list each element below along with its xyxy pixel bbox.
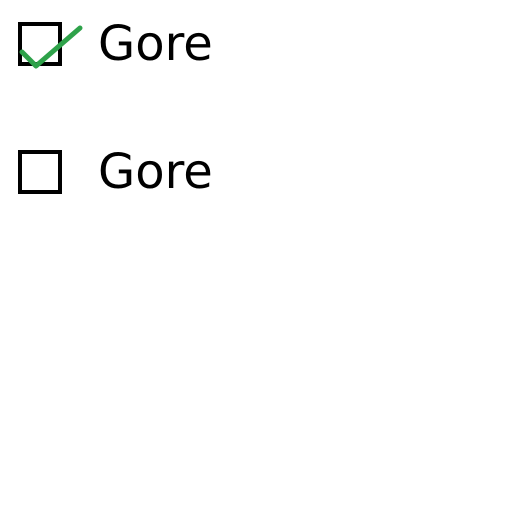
checkbox-label: Gore xyxy=(98,144,213,200)
page: Gore Gore xyxy=(0,0,512,512)
checkbox-box-unchecked[interactable] xyxy=(18,150,62,194)
checkbox-box-checked[interactable] xyxy=(18,22,83,69)
checkbox-option-2[interactable]: Gore xyxy=(18,146,213,198)
check-icon xyxy=(19,25,83,69)
checkbox-label: Gore xyxy=(98,16,213,72)
checkbox-option-1[interactable]: Gore xyxy=(18,18,213,70)
